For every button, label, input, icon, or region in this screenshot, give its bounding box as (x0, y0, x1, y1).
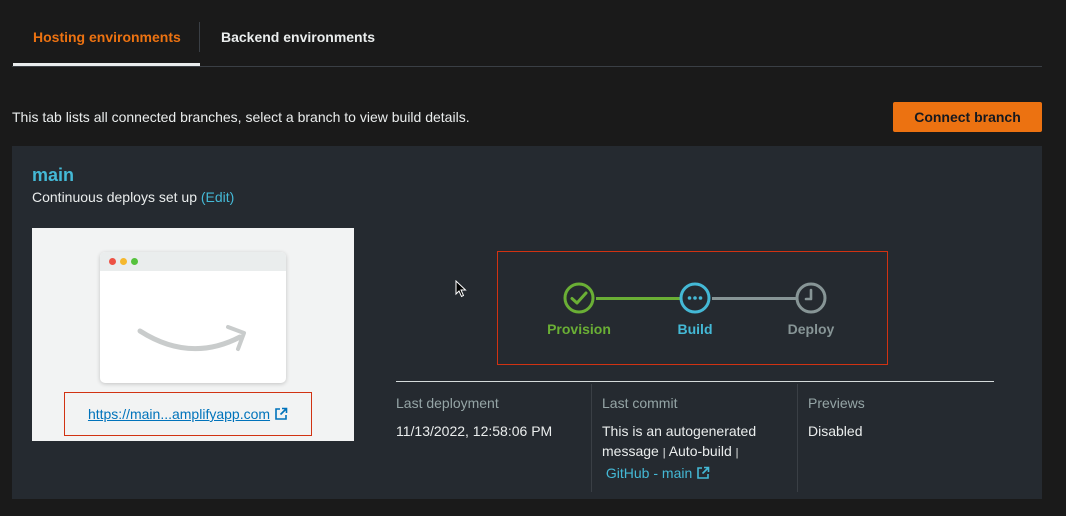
provision-check-icon[interactable] (563, 282, 595, 314)
stage-label-build: Build (677, 321, 713, 337)
connect-branch-button[interactable]: Connect branch (893, 102, 1042, 132)
tab-divider (199, 22, 200, 52)
edit-deploy-link[interactable]: (Edit) (201, 189, 234, 205)
last-commit-section: Last commit This is an autogenerated mes… (591, 384, 797, 492)
previews-label: Previews (808, 395, 865, 411)
stage-label-provision: Provision (547, 321, 611, 337)
site-preview-thumbnail[interactable]: https://main...amplifyapp.com (32, 228, 354, 441)
amazon-smile-icon (137, 325, 246, 352)
last-deployment-section: Last deployment 11/13/2022, 12:58:06 PM (396, 395, 552, 441)
commit-message-line2: message (602, 443, 659, 459)
minimize-dot-icon (120, 258, 127, 265)
continuous-deploy-text: Continuous deploys set up (32, 189, 197, 205)
mouse-pointer-icon (455, 280, 467, 298)
last-commit-label: Last commit (602, 395, 678, 411)
last-deployment-value: 11/13/2022, 12:58:06 PM (396, 423, 553, 439)
active-tab-underline (13, 63, 200, 66)
build-deploy-connector (712, 297, 796, 300)
close-dot-icon (109, 258, 116, 265)
stage-label-deploy: Deploy (787, 321, 835, 337)
branches-intro-text: This tab lists all connected branches, s… (12, 109, 470, 125)
commit-trigger: Auto-build (668, 443, 732, 459)
previews-value: Disabled (808, 423, 863, 439)
build-in-progress-icon[interactable] (679, 282, 711, 314)
environment-tabs: Hosting environments Backend environment… (12, 0, 1042, 67)
details-divider (396, 381, 994, 382)
branch-card: main Continuous deploys set up (Edit) ht… (12, 146, 1042, 499)
external-link-icon (697, 466, 710, 479)
github-commit-link[interactable]: GitHub - main (602, 465, 710, 481)
commit-separator: | (662, 447, 666, 459)
site-url-text: https://main...amplifyapp.com (87, 406, 271, 422)
provision-build-connector (596, 297, 680, 300)
continuous-deploy-status: Continuous deploys set up (Edit) (32, 189, 234, 205)
deploy-pending-clock-icon[interactable] (795, 282, 827, 314)
commit-message-line1: This is an autogenerated (602, 423, 757, 439)
browser-mockup (100, 252, 286, 383)
last-deployment-label: Last deployment (396, 395, 499, 411)
build-pipeline: Provision Build Deploy (497, 251, 888, 365)
browser-titlebar (100, 252, 286, 271)
site-url-highlight: https://main...amplifyapp.com (64, 392, 312, 436)
last-commit-value: This is an autogenerated message | Auto-… (602, 421, 797, 483)
external-link-icon (275, 407, 288, 420)
commit-separator: | (735, 447, 739, 459)
previews-section: Previews Disabled (797, 384, 997, 492)
site-url-link[interactable]: https://main...amplifyapp.com (88, 406, 288, 422)
branch-name-link[interactable]: main (32, 165, 74, 186)
tab-hosting-environments[interactable]: Hosting environments (33, 29, 181, 45)
maximize-dot-icon (131, 258, 138, 265)
tab-backend-environments[interactable]: Backend environments (221, 29, 375, 45)
github-link-text: GitHub - main (605, 465, 693, 481)
